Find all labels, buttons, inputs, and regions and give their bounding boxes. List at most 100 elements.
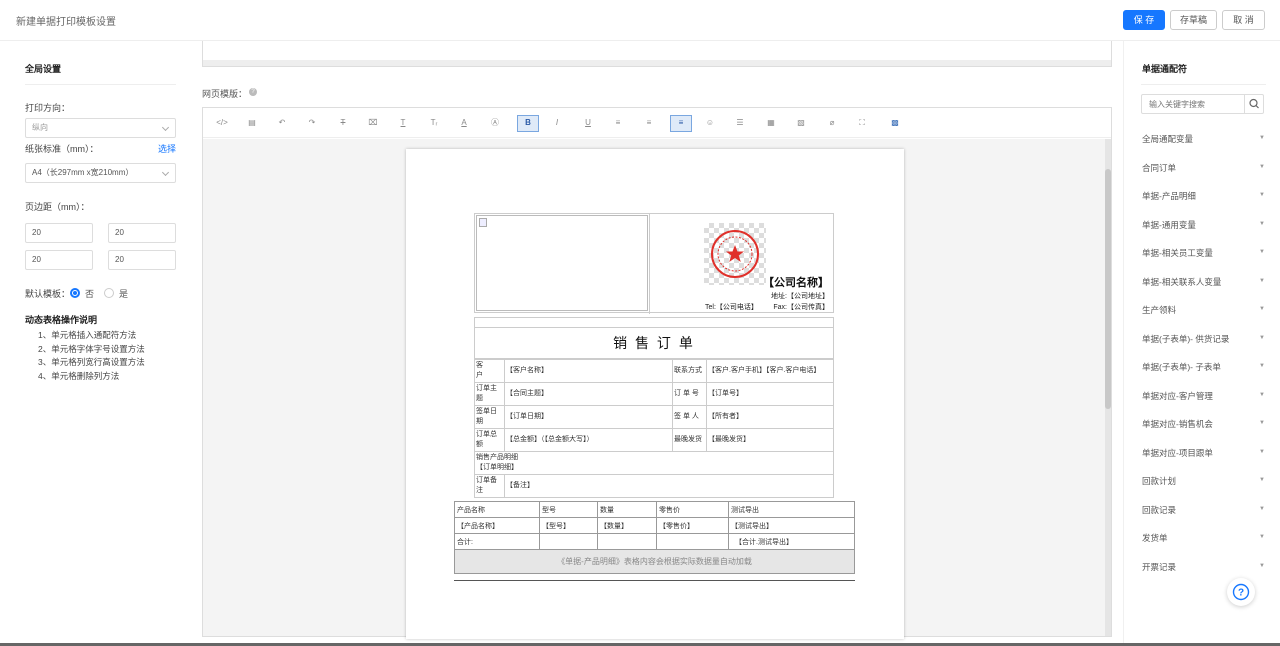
category-item[interactable]: 生产领料 ▼ [1122, 304, 1280, 320]
table-cell[interactable]: 【零售价】 [656, 517, 729, 534]
align-left-icon[interactable]: ≡ [610, 116, 626, 130]
column-header[interactable]: 数量 [597, 501, 657, 518]
fullscreen-icon[interactable]: ⛶ [854, 116, 870, 130]
table-cell[interactable] [539, 533, 598, 550]
cell-value[interactable]: 【订单号】 [706, 382, 834, 406]
product-detail-cell[interactable]: 销售产品明细 【订单明细】 [474, 451, 834, 475]
category-item[interactable]: 单据-相关员工变量 ▼ [1122, 247, 1280, 263]
cell-value[interactable]: 【所有者】 [706, 405, 834, 429]
category-item[interactable]: 单据-相关联系人变量 ▼ [1122, 276, 1280, 292]
category-item[interactable]: 回款计划 ▼ [1122, 475, 1280, 491]
category-item[interactable]: 单据-产品明细 ▼ [1122, 190, 1280, 206]
emoji-icon[interactable]: ☺ [702, 116, 718, 130]
align-center-icon[interactable]: ≡ [641, 116, 657, 130]
cell-label[interactable]: 签 单 人 [672, 405, 707, 429]
company-seal[interactable] [704, 223, 766, 285]
font-family-icon[interactable]: Tᵣ [426, 116, 442, 130]
orientation-select[interactable]: 纵向 [25, 118, 176, 138]
cell-value[interactable]: 【客户名称】 [504, 359, 673, 383]
table-cell[interactable]: 【型号】 [539, 517, 598, 534]
default-yes-radio[interactable] [104, 288, 114, 298]
cell-label[interactable]: 客 户 [474, 359, 505, 383]
paper-size-select[interactable]: A4（长297mm x宽210mm） [25, 163, 176, 183]
italic-icon[interactable]: I [549, 116, 565, 130]
save-button[interactable]: 保 存 [1123, 10, 1165, 30]
cell-label[interactable]: 订 单 号 [672, 382, 707, 406]
underline-icon[interactable]: U [580, 116, 596, 130]
cell-value[interactable]: 【客户.客户手机】【客户.客户电话】 [706, 359, 834, 383]
grid-icon[interactable]: ▩ [887, 116, 903, 130]
table-cell[interactable]: 【数量】 [597, 517, 657, 534]
save-draft-button[interactable]: 存草稿 [1170, 10, 1217, 30]
margin-bottom-input[interactable]: 20 [108, 223, 176, 243]
cell-value[interactable]: 【备注】 [504, 474, 834, 498]
top-bar: 新建单据打印模板设置 保 存 存草稿 取 消 [0, 0, 1280, 41]
category-item[interactable]: 合同订单 ▼ [1122, 162, 1280, 178]
scrollbar-thumb[interactable] [1105, 169, 1111, 409]
info-icon[interactable]: ? [249, 88, 257, 96]
column-header[interactable]: 测试导出 [728, 501, 855, 518]
clear-format-icon[interactable]: ⌧ [365, 116, 381, 130]
table-icon[interactable]: ▦ [763, 116, 779, 130]
category-label: 单据-相关联系人变量 [1142, 276, 1222, 287]
table-cell[interactable]: 【产品名称】 [454, 517, 540, 534]
cancel-button[interactable]: 取 消 [1222, 10, 1265, 30]
source-code-icon[interactable]: </> [214, 116, 230, 130]
table-cell[interactable] [656, 533, 729, 550]
cell-value[interactable]: 【订单日期】 [504, 405, 673, 429]
document-canvas[interactable]: 【公司名称】 地址:【公司地址】 Tel:【公司电话】 Fax:【公司传真】 销… [203, 139, 1111, 639]
cell-label[interactable]: 订单备注 [474, 474, 505, 498]
attachment-icon[interactable]: ⌀ [824, 116, 840, 130]
category-item[interactable]: 单据-通用变量 ▼ [1122, 219, 1280, 235]
font-color-icon[interactable]: A [456, 116, 472, 130]
help-button[interactable]: ? [1227, 578, 1255, 606]
strikethrough-icon[interactable]: T [335, 116, 351, 130]
scrollbar[interactable] [203, 60, 1111, 66]
bold-icon[interactable]: B [517, 115, 539, 132]
cell-label[interactable]: 最晚发货 [672, 428, 707, 452]
category-item[interactable]: 开票记录 ▼ [1122, 561, 1280, 577]
default-no-radio[interactable] [70, 288, 80, 298]
category-item[interactable]: 单据(子表单)- 供货记录 ▼ [1122, 333, 1280, 349]
column-header[interactable]: 型号 [539, 501, 598, 518]
print-page[interactable]: 【公司名称】 地址:【公司地址】 Tel:【公司电话】 Fax:【公司传真】 销… [406, 149, 904, 639]
image-icon[interactable]: ▧ [793, 116, 809, 130]
paper-select-link[interactable]: 选择 [158, 142, 176, 155]
cell-label[interactable]: 订单主题 [474, 382, 505, 406]
table-cell[interactable]: 【测试导出】 [728, 517, 855, 534]
category-item[interactable]: 发货单 ▼ [1122, 532, 1280, 548]
margin-top-input[interactable]: 20 [25, 223, 93, 243]
cell-label[interactable]: 签单日期 [474, 405, 505, 429]
vertical-scrollbar[interactable] [1105, 139, 1111, 636]
undo-icon[interactable]: ↶ [274, 116, 290, 130]
category-item[interactable]: 全局通配变量 ▼ [1122, 133, 1280, 149]
cell-label[interactable]: 联系方式 [672, 359, 707, 383]
align-right-icon[interactable]: ≡ [670, 115, 692, 132]
category-label: 单据-相关员工变量 [1142, 248, 1213, 258]
table-cell[interactable] [597, 533, 657, 550]
redo-icon[interactable]: ↷ [304, 116, 320, 130]
category-item[interactable]: 单据对应-客户管理 ▼ [1122, 390, 1280, 406]
cell-value[interactable]: 【总金额】（【总金额大写】） [504, 428, 673, 452]
search-input[interactable] [1142, 95, 1245, 113]
margin-left-input[interactable]: 20 [25, 250, 93, 270]
logo-image-placeholder[interactable] [476, 215, 648, 311]
column-header[interactable]: 产品名称 [454, 501, 540, 518]
category-item[interactable]: 单据对应-项目跟单 ▼ [1122, 447, 1280, 463]
cell-label[interactable]: 订单总额 [474, 428, 505, 452]
font-size-icon[interactable]: T [395, 116, 411, 130]
save-template-icon[interactable]: ▤ [244, 116, 260, 130]
cell-value[interactable]: 【最晚发货】 [706, 428, 834, 452]
category-item[interactable]: 回款记录 ▼ [1122, 504, 1280, 520]
line-height-icon[interactable]: ☰ [732, 116, 748, 130]
column-header[interactable]: 零售价 [656, 501, 729, 518]
highlight-icon[interactable]: Ⓐ [487, 116, 503, 130]
category-item[interactable]: 单据(子表单)- 子表单 ▼ [1122, 361, 1280, 377]
total-value-cell[interactable]: 【合计.测试导出】 [728, 533, 855, 550]
total-label-cell[interactable]: 合计: [454, 533, 540, 550]
chevron-down-icon: ▼ [1259, 562, 1265, 569]
category-item[interactable]: 单据对应-销售机会 ▼ [1122, 418, 1280, 434]
margin-right-input[interactable]: 20 [108, 250, 176, 270]
cell-value[interactable]: 【合同主题】 [504, 382, 673, 406]
search-button[interactable] [1244, 95, 1263, 113]
